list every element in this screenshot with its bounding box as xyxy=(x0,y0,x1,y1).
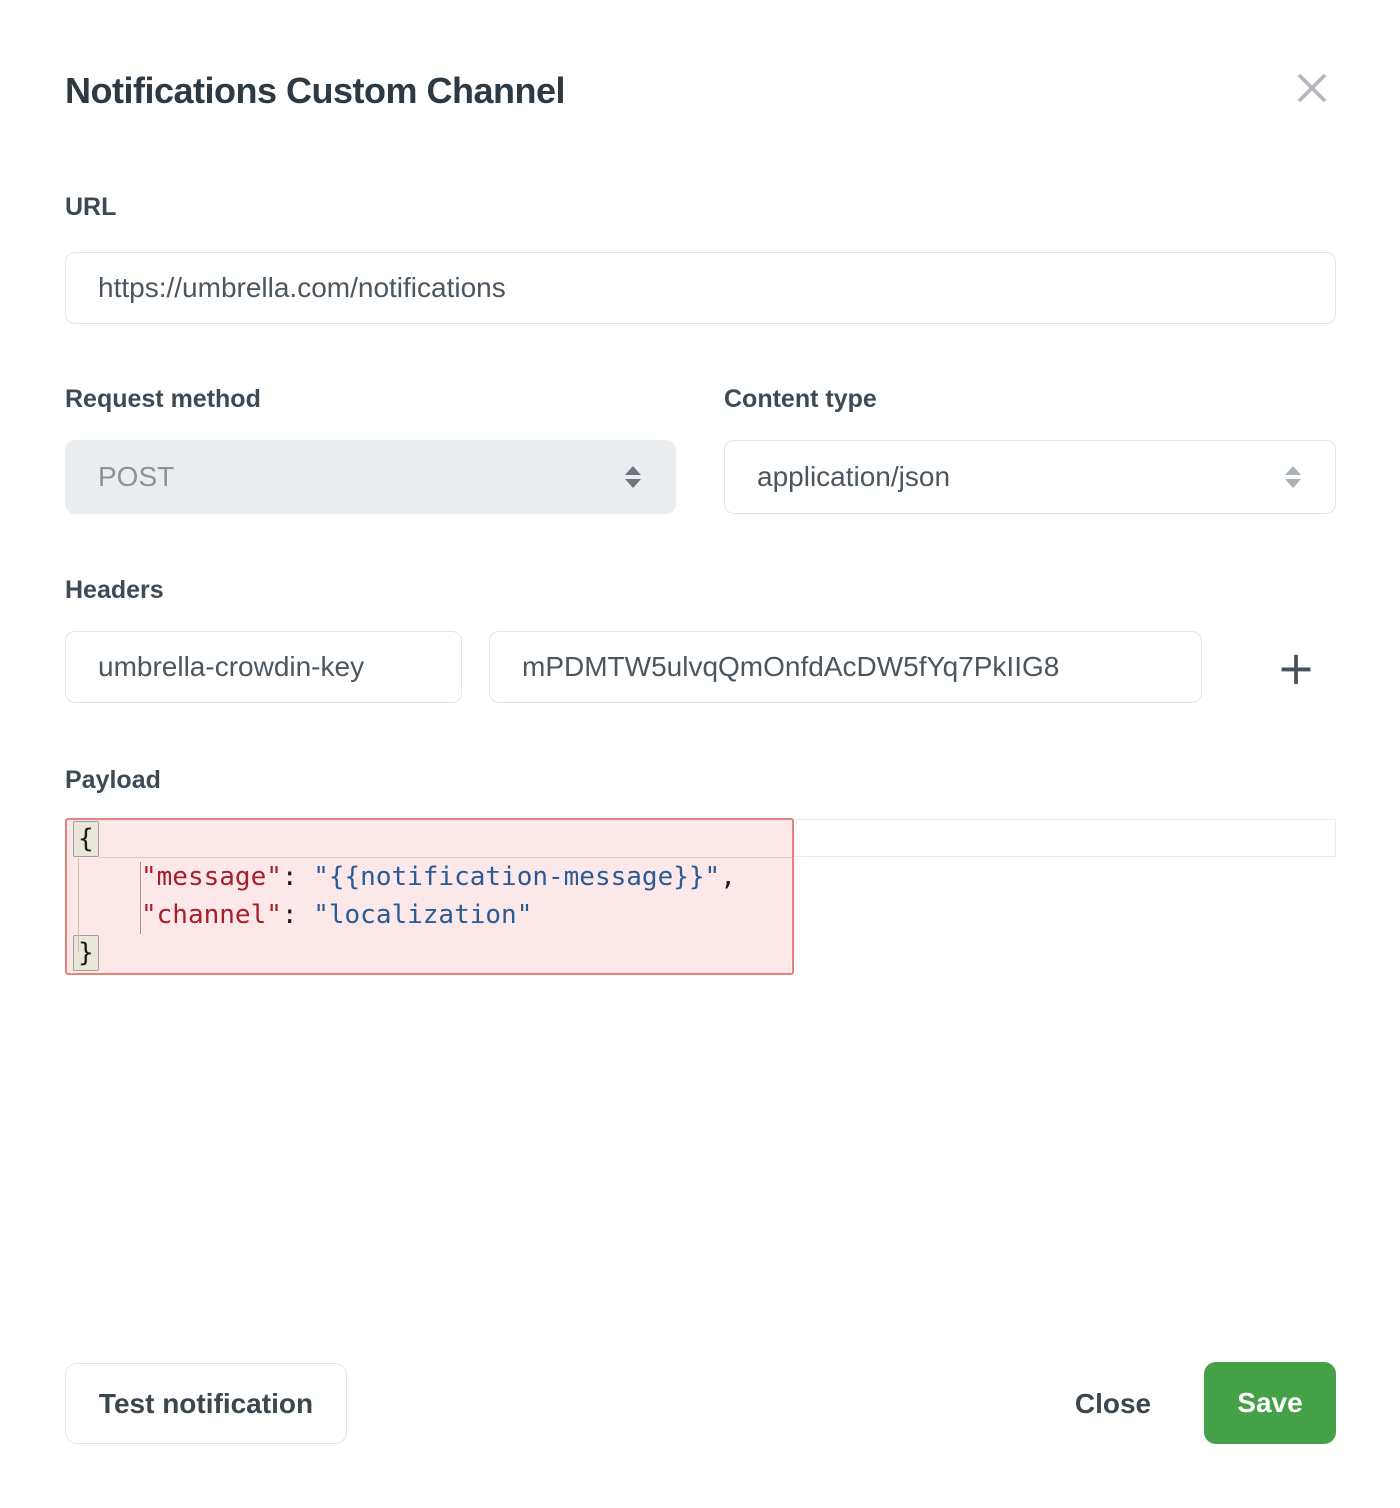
code-token-string: "localization" xyxy=(313,900,532,930)
code-token-brace: } xyxy=(73,935,99,971)
code-line: "channel": "localization" xyxy=(67,896,792,934)
payload-label: Payload xyxy=(65,766,161,795)
code-token-punct: : xyxy=(282,862,313,892)
code-token-key: "message" xyxy=(141,862,282,892)
code-token-key: "channel" xyxy=(141,900,282,930)
indent-guide xyxy=(140,862,141,934)
code-line: "message": "{{notification-message}}", xyxy=(67,858,792,896)
payload-highlight-block[interactable]: {"message": "{{notification-message}}","… xyxy=(65,818,794,975)
editor-divider xyxy=(99,857,792,858)
chevron-updown-icon xyxy=(625,466,641,488)
page-title: Notifications Custom Channel xyxy=(65,70,565,112)
request-method-value: POST xyxy=(98,461,174,493)
plus-icon[interactable]: + xyxy=(1266,640,1326,696)
code-line: { xyxy=(67,820,792,858)
code-token-brace: { xyxy=(73,821,99,857)
close-x-glyph xyxy=(1294,70,1330,106)
content-type-select[interactable]: application/json xyxy=(724,440,1336,514)
close-icon[interactable] xyxy=(1286,62,1338,114)
header-value-input[interactable] xyxy=(489,631,1202,703)
content-type-label: Content type xyxy=(724,385,877,414)
request-method-label: Request method xyxy=(65,385,261,414)
header-key-input[interactable] xyxy=(65,631,462,703)
test-notification-button[interactable]: Test notification xyxy=(65,1363,347,1444)
payload-code: {"message": "{{notification-message}}","… xyxy=(67,820,792,973)
code-line: } xyxy=(67,934,792,972)
code-token-punct: , xyxy=(720,862,736,892)
chevron-updown-icon xyxy=(1285,466,1301,488)
url-input[interactable] xyxy=(65,252,1336,324)
code-token-string: "{{notification-message}}" xyxy=(313,862,720,892)
content-type-value: application/json xyxy=(757,461,950,493)
url-label: URL xyxy=(65,193,116,222)
headers-label: Headers xyxy=(65,576,164,605)
code-token-punct: : xyxy=(282,900,313,930)
gutter-line xyxy=(78,858,79,952)
save-button[interactable]: Save xyxy=(1204,1362,1336,1444)
close-button[interactable]: Close xyxy=(1048,1363,1178,1444)
request-method-select[interactable]: POST xyxy=(65,440,676,514)
